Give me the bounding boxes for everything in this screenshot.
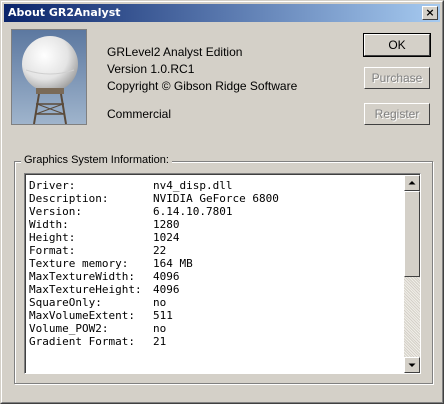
info-key: MaxTextureHeight:: [29, 283, 142, 296]
register-button[interactable]: Register: [364, 103, 430, 125]
info-row: MaxTextureWidth: 4096: [29, 270, 279, 283]
info-value: 6.14.10.7801: [153, 205, 233, 218]
radar-dome-logo: [11, 29, 87, 125]
scroll-thumb[interactable]: [404, 191, 420, 277]
info-key: Height:: [29, 231, 76, 244]
copyright-text: Copyright © Gibson Ridge Software: [107, 79, 298, 93]
info-row: Driver: nv4_disp.dll: [29, 179, 279, 192]
info-key: MaxTextureWidth:: [29, 270, 135, 283]
ok-button[interactable]: OK: [363, 33, 431, 57]
license-text: Commercial: [107, 107, 172, 121]
info-key: Format:: [29, 244, 76, 257]
info-row: Width: 1280: [29, 218, 279, 231]
info-value: 1024: [153, 231, 180, 244]
info-key: Version:: [29, 205, 82, 218]
info-key: Volume_POW2:: [29, 322, 109, 335]
edition-text: GRLevel2 Analyst Edition: [107, 45, 243, 59]
info-value: 511: [153, 309, 173, 322]
info-value: 1280: [153, 218, 180, 231]
radar-dome-image: [12, 30, 86, 124]
title-bar[interactable]: About GR2Analyst ×: [4, 4, 440, 22]
info-value: 22: [153, 244, 167, 257]
vertical-scrollbar[interactable]: [404, 175, 420, 373]
info-value: 164 MB: [153, 257, 193, 270]
info-row: Version: 6.14.10.7801: [29, 205, 279, 218]
textbox-content: Driver: nv4_disp.dll Description: NVIDIA Ge…: [25, 174, 420, 373]
info-row: MaxVolumeExtent: 511: [29, 309, 279, 322]
graphics-info-label: Graphics System Information:: [21, 154, 172, 166]
info-key: Width:: [29, 218, 69, 231]
info-row: MaxTextureHeight: 4096: [29, 283, 279, 296]
about-dialog: About GR2Analyst × GRLevel2 Analyst Edit…: [0, 0, 444, 404]
info-value: no: [153, 322, 167, 335]
scroll-up-button[interactable]: [404, 175, 420, 191]
info-key: Driver:: [29, 179, 76, 192]
info-key: Texture memory:: [29, 257, 129, 270]
graphics-info-textbox[interactable]: Driver: nv4_disp.dll Description: NVIDIA Ge…: [24, 173, 421, 374]
info-row: Gradient Format: 21: [29, 335, 279, 348]
info-key: MaxVolumeExtent:: [29, 309, 135, 322]
window-title: About GR2Analyst: [8, 6, 121, 19]
version-text: Version 1.0.RC1: [107, 62, 195, 76]
scroll-down-button[interactable]: [404, 357, 420, 373]
arrow-down-icon: [408, 363, 416, 367]
graphics-info-rows: Driver: nv4_disp.dll Description: NVIDIA Ge…: [29, 179, 279, 348]
close-button[interactable]: ×: [422, 6, 438, 20]
info-row: Texture memory: 164 MB: [29, 257, 279, 270]
info-value: 4096: [153, 270, 180, 283]
info-value: 21: [153, 335, 167, 348]
info-row: Description: NVIDIA GeForce 6800: [29, 192, 279, 205]
info-value: nv4_disp.dll: [153, 179, 233, 192]
info-row: Volume_POW2: no: [29, 322, 279, 335]
purchase-button[interactable]: Purchase: [364, 67, 430, 89]
info-value: no: [153, 296, 167, 309]
info-key: Gradient Format:: [29, 335, 135, 348]
info-row: SquareOnly: no: [29, 296, 279, 309]
info-value: 4096: [153, 283, 180, 296]
info-row: Height: 1024: [29, 231, 279, 244]
info-key: Description:: [29, 192, 109, 205]
arrow-up-icon: [408, 181, 416, 185]
close-icon: ×: [425, 6, 435, 19]
info-row: Format: 22: [29, 244, 279, 257]
info-value: NVIDIA GeForce 6800: [153, 192, 279, 205]
info-key: SquareOnly:: [29, 296, 102, 309]
